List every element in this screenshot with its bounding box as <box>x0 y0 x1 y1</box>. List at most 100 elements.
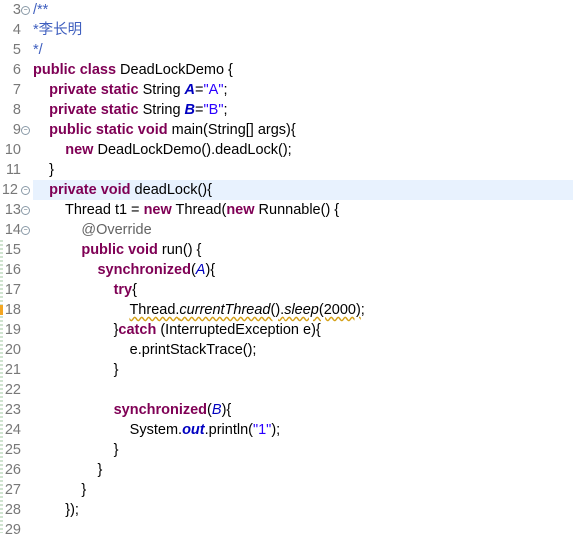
code-text[interactable]: } <box>33 460 102 480</box>
code-token: /** <box>33 2 49 18</box>
line-number: 18 <box>4 302 21 318</box>
fold-collapse-icon[interactable] <box>21 206 30 215</box>
code-token: synchronized <box>97 262 191 278</box>
warning-marker-icon[interactable] <box>0 305 3 315</box>
code-line[interactable]: 24 System.out.println("1"); <box>0 420 573 440</box>
code-token: main(String[] args){ <box>167 122 296 138</box>
code-line[interactable]: 28 }); <box>0 500 573 520</box>
code-token: ; <box>223 102 228 118</box>
code-line[interactable]: 22 <box>0 380 573 400</box>
code-text[interactable]: @Override <box>33 220 151 240</box>
line-number: 27 <box>4 482 21 498</box>
code-token: new <box>143 202 172 218</box>
line-number: 22 <box>4 382 21 398</box>
code-text[interactable]: */ <box>33 40 43 60</box>
code-line[interactable]: 19 }catch (InterruptedException e){ <box>0 320 573 340</box>
code-text[interactable]: private static String A="A"; <box>33 80 227 100</box>
fold-collapse-icon[interactable] <box>21 6 30 15</box>
line-number: 13 <box>4 202 21 218</box>
fold-collapse-icon[interactable] <box>21 186 30 195</box>
code-text[interactable]: synchronized(A){ <box>33 260 215 280</box>
code-token: *李长明 <box>33 22 83 38</box>
code-line[interactable]: 15 public void run() { <box>0 240 573 260</box>
code-token: ){ <box>221 402 232 418</box>
fold-collapse-icon[interactable] <box>21 126 30 135</box>
code-text[interactable]: Thread.currentThread().sleep(2000); <box>33 300 365 320</box>
code-token: deadLock(){ <box>130 182 212 198</box>
code-line[interactable]: 14 @Override <box>0 220 573 240</box>
code-line[interactable]: 8 private static String B="B"; <box>0 100 573 120</box>
code-line[interactable]: 25 } <box>0 440 573 460</box>
code-token: public <box>33 62 76 78</box>
fold-collapse-icon[interactable] <box>21 226 30 235</box>
code-line[interactable]: 10 new DeadLockDemo().deadLock(); <box>0 140 573 160</box>
code-line[interactable]: 27 } <box>0 480 573 500</box>
code-text[interactable]: } <box>33 160 54 180</box>
code-line[interactable]: 17 try{ <box>0 280 573 300</box>
code-line[interactable]: 21 } <box>0 360 573 380</box>
code-text[interactable]: }); <box>33 500 79 520</box>
line-number: 21 <box>4 362 21 378</box>
code-line[interactable]: 18 Thread.currentThread().sleep(2000); <box>0 300 573 320</box>
code-line[interactable]: 6 public class DeadLockDemo { <box>0 60 573 80</box>
code-text[interactable]: } <box>33 440 119 460</box>
code-text[interactable]: } <box>33 480 86 500</box>
code-token: static <box>95 122 134 138</box>
code-line[interactable]: 12 private void deadLock(){ <box>2 180 573 200</box>
code-token: { <box>132 282 137 298</box>
code-text[interactable]: private static String B="B"; <box>33 100 228 120</box>
code-token: Thread( <box>171 202 227 218</box>
code-token: (). <box>270 302 285 318</box>
code-line[interactable]: 23 synchronized(B){ <box>0 400 573 420</box>
line-number: 17 <box>4 282 21 298</box>
code-text[interactable]: }catch (InterruptedException e){ <box>33 320 321 340</box>
code-token: public <box>49 122 92 138</box>
code-token: = <box>195 82 204 98</box>
line-number: 8 <box>12 102 21 118</box>
code-text[interactable]: } <box>33 360 119 380</box>
code-token: ); <box>271 422 281 438</box>
code-line[interactable]: 26 } <box>0 460 573 480</box>
code-line[interactable]: 16 synchronized(A){ <box>0 260 573 280</box>
code-text[interactable]: public void run() { <box>33 240 201 260</box>
code-line[interactable]: 5 */ <box>0 40 573 60</box>
code-line[interactable]: 9 public static void main(String[] args)… <box>0 120 573 140</box>
line-number: 4 <box>12 22 21 38</box>
code-token: "B" <box>203 102 224 118</box>
code-text[interactable]: Thread t1 = new Thread(new Runnable() { <box>33 200 339 220</box>
code-text[interactable]: try{ <box>33 280 137 300</box>
line-number: 25 <box>4 442 21 458</box>
code-text[interactable]: *李长明 <box>33 20 82 40</box>
code-line[interactable]: 20 e.printStackTrace(); <box>0 340 573 360</box>
line-number: 5 <box>12 42 21 58</box>
code-token: (2000) <box>318 302 361 318</box>
code-text[interactable]: e.printStackTrace(); <box>33 340 257 360</box>
code-line[interactable]: 4 *李长明 <box>0 20 573 40</box>
code-token: (InterruptedException e){ <box>156 322 321 338</box>
code-line[interactable]: 13 Thread t1 = new Thread(new Runnable()… <box>0 200 573 220</box>
code-text[interactable]: System.out.println("1"); <box>33 420 281 440</box>
code-token: Runnable() { <box>254 202 340 218</box>
code-text[interactable]: synchronized(B){ <box>33 400 232 420</box>
code-text[interactable]: public class DeadLockDemo { <box>33 60 233 80</box>
code-editor[interactable]: 3 /** 4 *李长明 5 */ 6 public class DeadLockDemo {… <box>0 0 573 538</box>
code-text[interactable]: new DeadLockDemo().deadLock(); <box>33 140 292 160</box>
code-text[interactable]: /** <box>33 0 48 20</box>
code-token: DeadLockDemo().deadLock(); <box>93 142 292 158</box>
code-line[interactable]: 29 <box>0 520 573 540</box>
code-line[interactable]: 11 } <box>0 160 573 180</box>
code-token: void <box>137 122 168 138</box>
code-line[interactable]: 3 /** <box>0 0 573 20</box>
code-text[interactable]: private void deadLock(){ <box>33 180 212 200</box>
code-token: DeadLockDemo { <box>116 62 233 78</box>
code-token: ; <box>360 302 365 318</box>
code-token: new <box>226 202 255 218</box>
code-text[interactable]: public static void main(String[] args){ <box>33 120 296 140</box>
code-token: String <box>138 102 185 118</box>
code-token: try <box>113 282 133 298</box>
code-token: public <box>81 242 125 258</box>
code-line[interactable]: 7 private static String A="A"; <box>0 80 573 100</box>
